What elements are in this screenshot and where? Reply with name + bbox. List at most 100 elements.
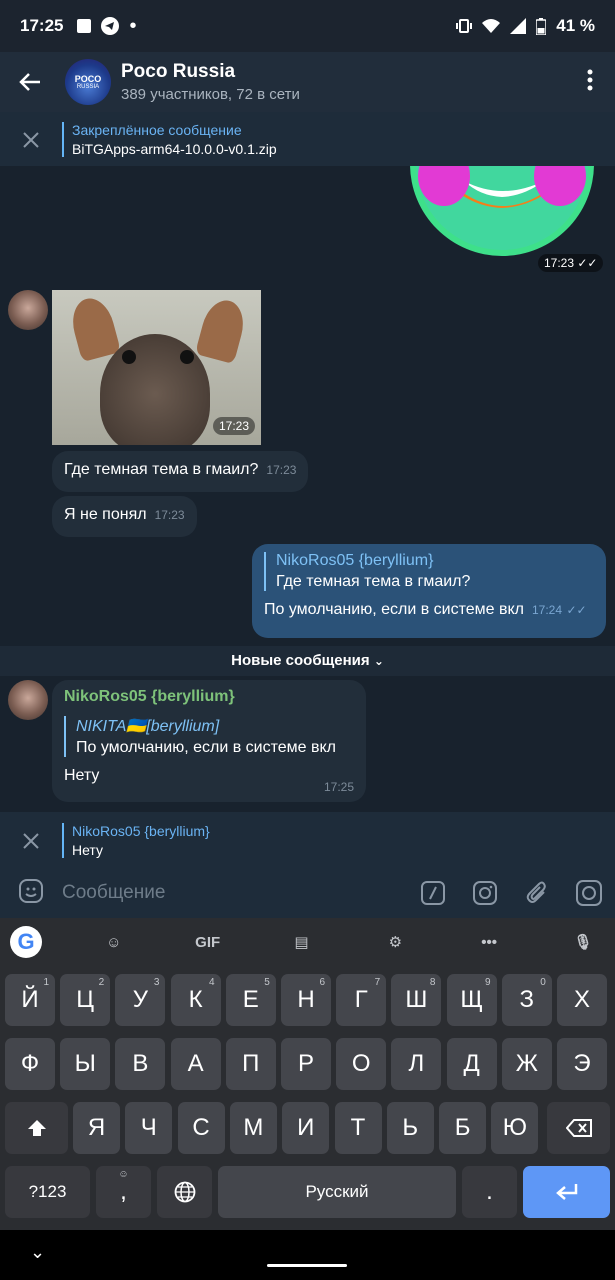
avatar-logo-subtext: RUSSIA (76, 83, 100, 90)
bot-commands-button[interactable] (407, 881, 459, 905)
pinned-message-bar[interactable]: Закреплённое сообщение BiTGApps-arm64-10… (0, 112, 615, 166)
key-r3-4-label: М (243, 1114, 264, 1141)
clipboard-icon[interactable]: ▤ (279, 933, 323, 951)
key-9[interactable]: Щ9 (446, 974, 497, 1026)
camera-button[interactable] (563, 880, 615, 906)
key-9-label: Щ (460, 986, 483, 1013)
key-r3-3[interactable]: С (177, 1102, 225, 1154)
message-text: Я не понял (64, 506, 147, 523)
home-handle[interactable] (267, 1264, 347, 1267)
enter-key[interactable] (523, 1166, 610, 1218)
reply-quote[interactable]: NikoRos05 {beryllium} Где темная тема в … (264, 552, 594, 591)
key-r3-1[interactable]: Я (73, 1102, 120, 1154)
reply-preview-bar[interactable]: NikoRos05 {beryllium} Нету (0, 812, 615, 868)
back-button[interactable] (0, 52, 60, 112)
key-r2-6-label: Р (297, 1050, 314, 1077)
symbols-key[interactable]: ?123 (5, 1166, 90, 1218)
key-8[interactable]: Ш8 (391, 974, 442, 1026)
hide-keyboard-chevron-icon[interactable]: ⌄ (30, 1242, 45, 1263)
shift-key[interactable] (5, 1102, 68, 1154)
space-key[interactable]: Русский (218, 1166, 456, 1218)
key-5[interactable]: Е5 (225, 974, 276, 1026)
key-r3-5[interactable]: И (282, 1102, 330, 1154)
instagram-button[interactable] (459, 881, 511, 905)
more-menu-button[interactable] (565, 67, 615, 98)
telegram-icon (101, 17, 120, 35)
attach-button[interactable] (511, 881, 563, 905)
photo-message[interactable]: 17:23 (52, 290, 261, 445)
key-2[interactable]: Ц2 (60, 974, 111, 1026)
key-r2-5[interactable]: П (225, 1038, 276, 1090)
instagram-icon (473, 881, 497, 905)
key-r2-11[interactable]: Э (557, 1038, 607, 1090)
key-r2-7[interactable]: О (336, 1038, 387, 1090)
key-r2-3[interactable]: В (115, 1038, 166, 1090)
key-r3-9[interactable]: Ю (491, 1102, 539, 1154)
sender-avatar[interactable] (8, 290, 48, 330)
double-check-icon: ✓✓ (577, 256, 598, 270)
message-bubble-out[interactable]: NikoRos05 {beryllium} Где темная тема в … (252, 544, 606, 638)
key-2-label: Ц (76, 986, 95, 1013)
key-r2-1[interactable]: Ф (5, 1038, 55, 1090)
paperclip-icon (526, 881, 546, 903)
microphone-icon[interactable]: 🎙 (561, 933, 605, 951)
key-r3-6[interactable]: Т (334, 1102, 382, 1154)
key-5-label: Е (242, 986, 259, 1013)
gif-button[interactable]: GIF (186, 934, 230, 951)
emoji-button[interactable] (0, 878, 62, 909)
language-key[interactable] (157, 1166, 212, 1218)
double-check-icon: ✓✓ (566, 603, 587, 617)
key-11-label: Х (573, 986, 590, 1013)
key-r2-3-label: В (132, 1050, 149, 1077)
period-key[interactable]: . (462, 1166, 517, 1218)
key-11[interactable]: Х (557, 974, 607, 1026)
key-4[interactable]: К4 (170, 974, 221, 1026)
sender-avatar[interactable] (8, 680, 48, 720)
close-pinned-button[interactable] (0, 124, 62, 155)
key-r3-9-label: Ю (502, 1114, 528, 1141)
close-icon (23, 832, 39, 849)
key-7[interactable]: Г7 (336, 974, 387, 1026)
settings-gear-icon[interactable]: ⚙ (373, 933, 417, 951)
key-1[interactable]: Й1 (5, 974, 55, 1026)
key-r2-4[interactable]: А (170, 1038, 221, 1090)
key-r3-2-label: Ч (140, 1114, 157, 1141)
signal-icon (510, 18, 527, 34)
key-r2-2-label: Ы (74, 1050, 96, 1077)
key-r2-2[interactable]: Ы (60, 1038, 111, 1090)
key-3[interactable]: У3 (115, 974, 166, 1026)
pinned-text: BiTGApps-arm64-10.0.0-v0.1.zip (72, 140, 277, 157)
google-icon[interactable]: G (10, 926, 42, 958)
key-6-hint: 6 (319, 977, 325, 988)
key-r3-2[interactable]: Ч (125, 1102, 173, 1154)
message-input[interactable]: Сообщение (62, 882, 407, 904)
reply-quote[interactable]: NIKITA🇺🇦[beryllium] По умолчанию, если в… (64, 716, 354, 757)
key-1-label: Й (21, 986, 39, 1013)
key-6[interactable]: Н6 (281, 974, 331, 1026)
key-r2-10[interactable]: Ж (501, 1038, 552, 1090)
system-nav-bar: ⌄ (0, 1230, 615, 1280)
sticker-keyboard-icon[interactable]: ☺ (92, 934, 136, 951)
cancel-reply-button[interactable] (0, 825, 62, 856)
channel-info[interactable]: Poco Russia 389 участников, 72 в сети (121, 61, 300, 103)
message-bubble-in[interactable]: Где темная тема в гмаил? 17:23 (52, 451, 309, 492)
chat-area[interactable]: 17:23 ✓✓ 17:23 Где темная тема в гмаил? 1… (0, 166, 615, 812)
more-horizontal-icon[interactable]: ••• (467, 934, 511, 951)
comma-emoji-key[interactable]: , ☺ (96, 1166, 151, 1218)
key-r2-6[interactable]: Р (281, 1038, 331, 1090)
key-r2-9[interactable]: Д (446, 1038, 497, 1090)
key-r3-8[interactable]: Б (439, 1102, 487, 1154)
key-10[interactable]: З0 (501, 974, 552, 1026)
key-r3-7[interactable]: Ь (386, 1102, 434, 1154)
backspace-key[interactable] (547, 1102, 610, 1154)
key-2-hint: 2 (98, 977, 105, 988)
message-sender[interactable]: NikoRos05 {beryllium} (64, 688, 354, 706)
key-r3-4[interactable]: М (229, 1102, 277, 1154)
key-r2-8[interactable]: Л (391, 1038, 442, 1090)
symbols-key-label: ?123 (28, 1182, 67, 1201)
period-key-label: . (486, 1178, 493, 1205)
message-time: 17:23 (266, 463, 297, 477)
channel-avatar[interactable]: POCO RUSSIA (65, 59, 111, 105)
message-bubble-in[interactable]: NikoRos05 {beryllium} NIKITA🇺🇦[beryllium… (52, 680, 366, 802)
message-bubble-in[interactable]: Я не понял 17:23 (52, 496, 197, 537)
